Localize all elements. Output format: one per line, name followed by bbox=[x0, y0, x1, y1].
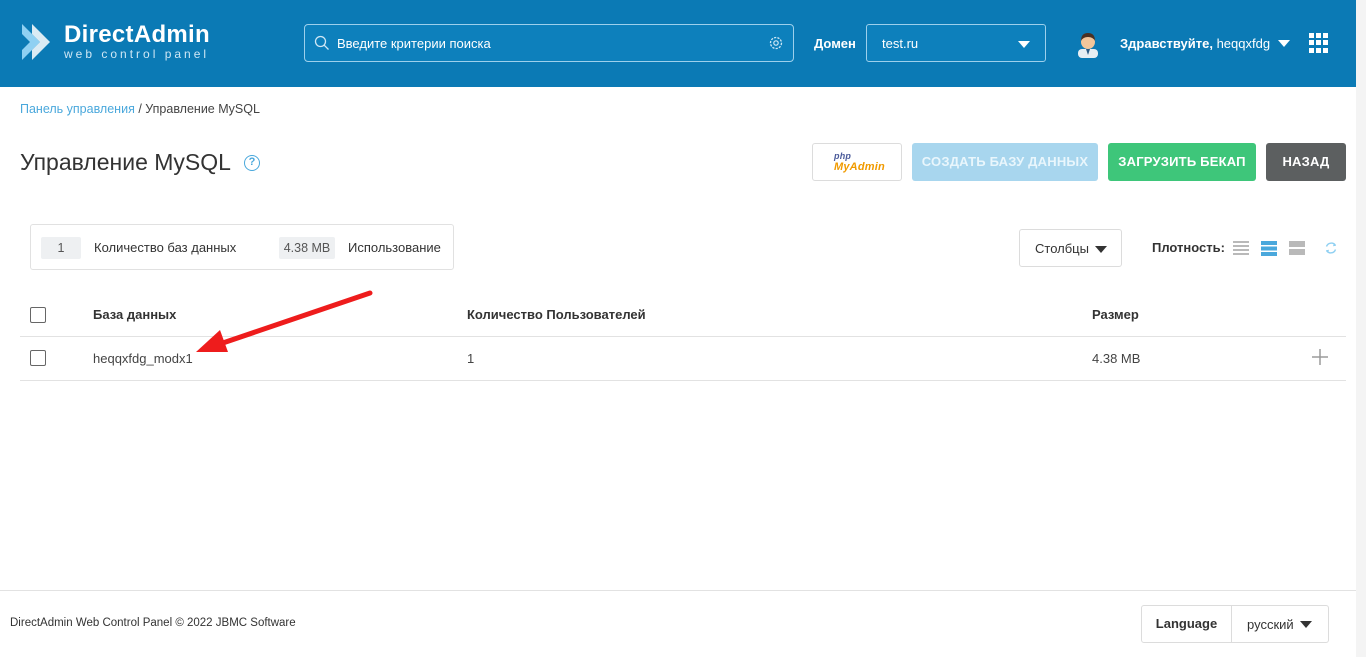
copyright-text: DirectAdmin Web Control Panel © 2022 JBM… bbox=[10, 617, 296, 629]
vertical-scrollbar[interactable] bbox=[1356, 0, 1366, 657]
breadcrumb-current: Управление MySQL bbox=[145, 102, 260, 116]
top-header: DirectAdmin web control panel Введите кр… bbox=[0, 0, 1366, 87]
back-button[interactable]: НАЗАД bbox=[1266, 143, 1346, 181]
phpmyadmin-logo-name: MyAdmin bbox=[834, 161, 885, 173]
usage-label: Использование bbox=[348, 240, 441, 255]
column-header-users[interactable]: Количество Пользователей bbox=[467, 307, 646, 322]
user-avatar-icon[interactable] bbox=[1075, 30, 1101, 58]
phpmyadmin-logo-php: php bbox=[834, 151, 852, 161]
refresh-icon[interactable] bbox=[1324, 241, 1338, 255]
columns-label: Столбцы bbox=[1035, 241, 1089, 256]
density-normal-icon[interactable] bbox=[1261, 240, 1277, 256]
usage-badge: 4.38 MB bbox=[279, 237, 335, 259]
annotation-arrow-icon bbox=[196, 290, 373, 352]
logo-subtitle: web control panel bbox=[64, 47, 210, 61]
chevron-down-icon bbox=[1018, 41, 1030, 48]
user-menu-chevron-down-icon[interactable] bbox=[1278, 40, 1290, 47]
logo-icon bbox=[22, 24, 50, 60]
column-header-database[interactable]: База данных bbox=[93, 307, 176, 322]
user-count-cell: 1 bbox=[467, 351, 475, 366]
select-all-checkbox[interactable] bbox=[30, 307, 46, 323]
language-value: русский bbox=[1247, 617, 1294, 632]
chevron-down-icon bbox=[1300, 621, 1312, 628]
density-compact-icon[interactable] bbox=[1233, 240, 1249, 256]
directadmin-logo[interactable]: DirectAdmin web control panel bbox=[20, 20, 210, 64]
breadcrumb: Панель управления / Управление MySQL bbox=[20, 102, 260, 116]
help-icon[interactable]: ? bbox=[244, 155, 260, 171]
search-settings-gear-icon[interactable] bbox=[768, 35, 784, 51]
size-cell: 4.38 MB bbox=[1092, 351, 1141, 366]
density-comfortable-icon[interactable] bbox=[1289, 240, 1305, 256]
stats-summary: 1 Количество баз данных 4.38 MB Использо… bbox=[30, 224, 454, 270]
logo-title: DirectAdmin bbox=[64, 21, 210, 48]
table-row-divider bbox=[20, 380, 1346, 381]
density-label: Плотность: bbox=[1152, 240, 1225, 255]
breadcrumb-home-link[interactable]: Панель управления bbox=[20, 102, 135, 116]
domain-value: test.ru bbox=[882, 36, 919, 51]
db-count-badge: 1 bbox=[41, 237, 81, 259]
footer: DirectAdmin Web Control Panel © 2022 JBM… bbox=[0, 590, 1366, 657]
phpmyadmin-button[interactable]: php MyAdmin bbox=[812, 143, 902, 181]
page-title: Управление MySQL bbox=[20, 149, 231, 175]
username: heqqxfdg bbox=[1216, 36, 1271, 51]
database-name-link[interactable]: heqqxfdg_modx1 bbox=[93, 351, 193, 366]
chevron-down-icon bbox=[1095, 246, 1107, 253]
db-count-label: Количество баз данных bbox=[94, 240, 237, 255]
row-checkbox[interactable] bbox=[30, 350, 46, 366]
search-placeholder: Введите критерии поиска bbox=[337, 36, 491, 51]
breadcrumb-separator: / bbox=[134, 102, 146, 116]
language-selector[interactable]: Language русский bbox=[1141, 605, 1329, 643]
upload-backup-button[interactable]: ЗАГРУЗИТЬ БЕКАП bbox=[1108, 143, 1256, 181]
apps-grid-icon[interactable] bbox=[1309, 33, 1329, 53]
create-database-button[interactable]: СОЗДАТЬ БАЗУ ДАННЫХ bbox=[912, 143, 1098, 181]
search-input[interactable]: Введите критерии поиска bbox=[304, 24, 794, 62]
expand-plus-icon[interactable] bbox=[1311, 348, 1329, 366]
columns-dropdown[interactable]: Столбцы bbox=[1019, 229, 1122, 267]
greeting-prefix: Здравствуйте, bbox=[1120, 36, 1213, 51]
domain-label: Домен bbox=[814, 36, 856, 51]
language-label: Language bbox=[1142, 606, 1232, 642]
user-greeting[interactable]: Здравствуйте, heqqxfdg bbox=[1120, 36, 1270, 51]
domain-select[interactable]: test.ru bbox=[866, 24, 1046, 62]
search-icon bbox=[314, 35, 329, 50]
column-header-size[interactable]: Размер bbox=[1092, 307, 1139, 322]
